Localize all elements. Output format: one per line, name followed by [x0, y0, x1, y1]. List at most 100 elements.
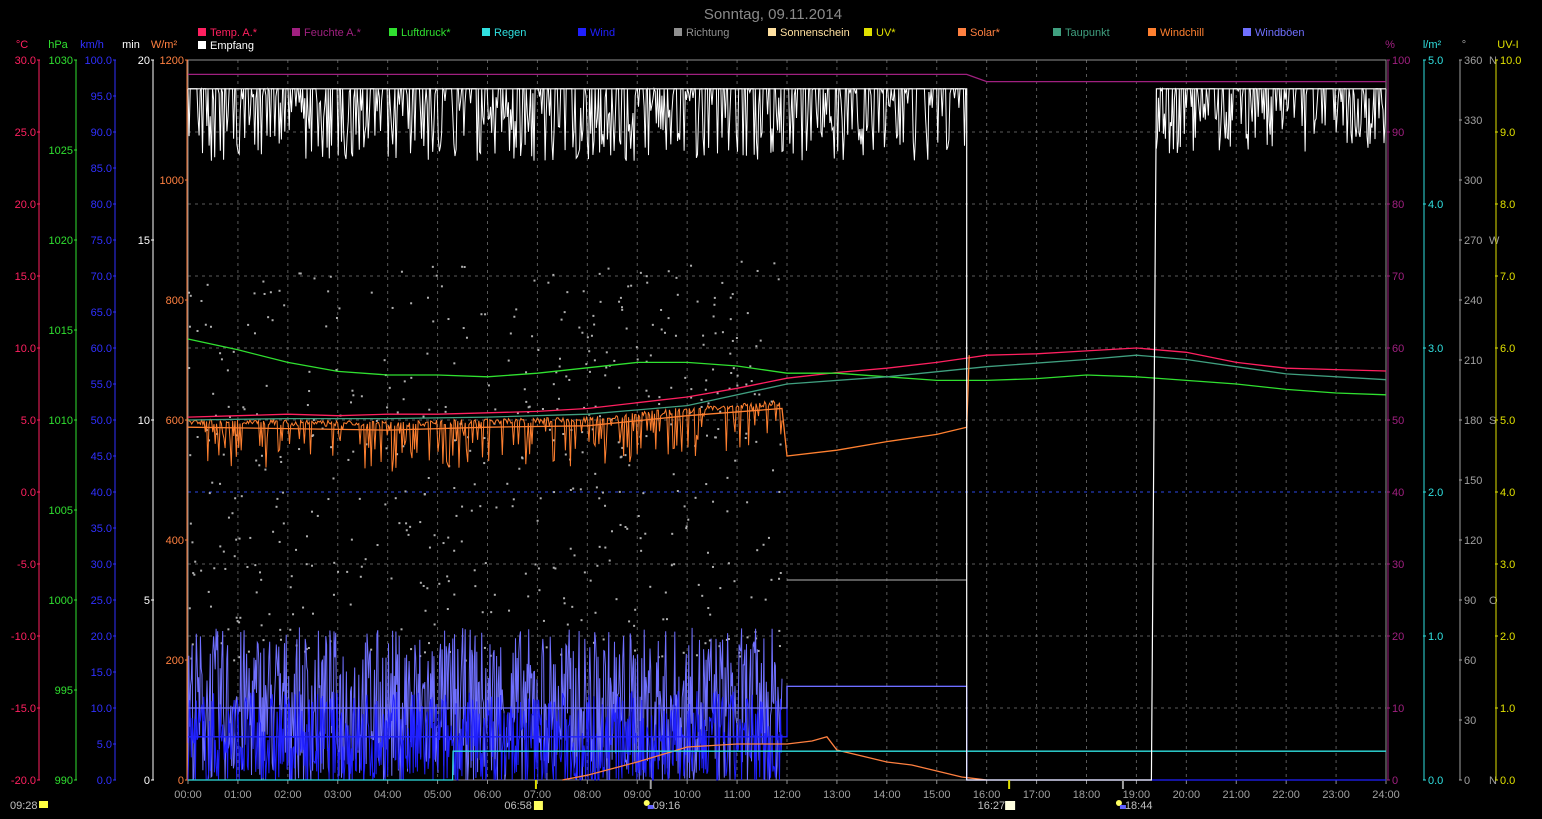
axis-tick-label: 70.0: [91, 271, 112, 283]
direction-dot: [279, 638, 282, 641]
direction-dot: [219, 545, 222, 548]
axis-tick-label: 1000: [49, 595, 73, 607]
direction-dot: [349, 603, 352, 606]
direction-dot: [419, 521, 422, 524]
direction-dot: [325, 325, 328, 328]
x-tick-label: 05:00: [424, 789, 452, 801]
axis-tick-label: 300: [1464, 175, 1482, 187]
axis-tick-label: 120: [1464, 535, 1482, 547]
direction-dot: [627, 285, 630, 288]
axis-tick-label: 85.0: [91, 163, 112, 175]
direction-dot: [541, 408, 544, 411]
direction-dot: [433, 623, 436, 626]
direction-dot: [308, 370, 311, 373]
direction-dot: [219, 482, 222, 485]
direction-dot: [608, 559, 611, 562]
axis-tick-label: 45.0: [91, 451, 112, 463]
direction-dot: [658, 403, 661, 406]
direction-dot: [589, 579, 592, 582]
direction-dot: [460, 540, 463, 543]
direction-dot: [716, 392, 719, 395]
direction-dot: [640, 549, 643, 552]
axis-unit-right-0: %: [1385, 39, 1395, 51]
direction-dot: [347, 458, 350, 461]
direction-dot: [621, 306, 624, 309]
direction-dot: [579, 488, 582, 491]
direction-dot: [447, 536, 450, 539]
axis-tick-label: 100: [1392, 55, 1410, 67]
direction-dot: [253, 292, 256, 295]
direction-dot: [770, 578, 773, 581]
direction-dot: [462, 327, 465, 330]
x-tick-label: 09:00: [623, 789, 651, 801]
direction-dot: [759, 339, 762, 342]
direction-dot: [298, 272, 301, 275]
direction-dot: [272, 530, 275, 533]
direction-dot: [778, 629, 781, 632]
direction-dot: [624, 525, 627, 528]
axis-tick-label: 1005: [49, 505, 73, 517]
direction-dot: [634, 608, 637, 611]
axis-tick-label: 360: [1464, 55, 1482, 67]
direction-dot: [695, 654, 698, 657]
direction-dot: [547, 281, 550, 284]
direction-dot: [557, 397, 560, 400]
direction-dot: [721, 281, 724, 284]
direction-dot: [360, 565, 363, 568]
direction-dot: [268, 613, 271, 616]
direction-dot: [598, 272, 601, 275]
direction-dot: [590, 334, 593, 337]
axis-tick-label: -15.0: [11, 703, 36, 715]
x-tick-label: 23:00: [1322, 789, 1350, 801]
direction-dot: [238, 537, 241, 540]
direction-dot: [506, 482, 509, 485]
direction-dot: [667, 317, 670, 320]
direction-dot: [634, 649, 637, 652]
legend-label-windchill: Windchill: [1160, 27, 1204, 39]
direction-dot: [523, 388, 526, 391]
axis-tick-label: -20.0: [11, 775, 36, 787]
direction-dot: [564, 453, 567, 456]
direction-dot: [778, 645, 781, 648]
direction-dot: [391, 306, 394, 309]
axis-tick-label: 330: [1464, 115, 1482, 127]
direction-dot: [675, 276, 678, 279]
axis-unit-right-2: °: [1462, 39, 1466, 51]
direction-dot: [683, 505, 686, 508]
direction-dot: [665, 618, 668, 621]
direction-dot: [604, 546, 607, 549]
axis-tick-label: 30: [1392, 559, 1404, 571]
direction-dot: [352, 394, 355, 397]
direction-dot: [188, 291, 191, 294]
direction-dot: [239, 616, 242, 619]
direction-dot: [663, 331, 666, 334]
axis-tick-label: 0.0: [97, 775, 112, 787]
x-tick-label: 14:00: [873, 789, 901, 801]
direction-dot: [610, 530, 613, 533]
direction-dot: [709, 613, 712, 616]
axis-tick-label: 20: [138, 55, 150, 67]
direction-dot: [189, 294, 192, 297]
direction-dot: [773, 262, 776, 265]
direction-dot: [778, 490, 781, 493]
direction-dot: [279, 628, 282, 631]
axis-unit-left-1: hPa: [48, 39, 68, 51]
direction-dot: [238, 621, 241, 624]
direction-dot: [200, 569, 203, 572]
direction-dot: [410, 648, 413, 651]
direction-dot: [360, 395, 363, 398]
direction-dot: [188, 607, 191, 610]
direction-dot: [206, 283, 209, 286]
direction-dot: [521, 457, 524, 460]
x-tick-label: 06:00: [474, 789, 502, 801]
direction-dot: [470, 509, 473, 512]
direction-dot: [717, 428, 720, 431]
direction-dot: [746, 501, 749, 504]
direction-dot: [283, 304, 286, 307]
direction-dot: [594, 611, 597, 614]
direction-dot: [685, 525, 688, 528]
direction-dot: [474, 585, 477, 588]
direction-dot: [605, 351, 608, 354]
direction-dot: [211, 481, 214, 484]
direction-dot: [461, 265, 464, 268]
